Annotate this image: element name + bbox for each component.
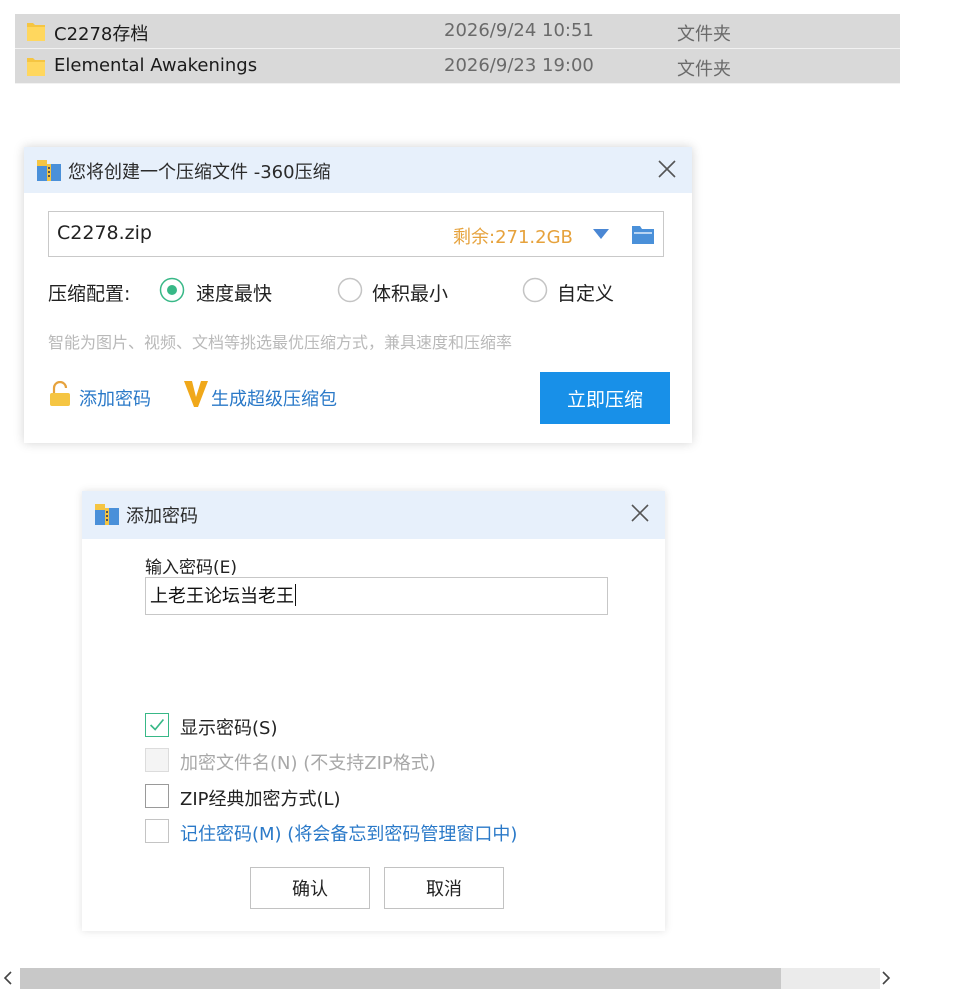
password-input[interactable]: 上老王论坛当老王	[145, 577, 608, 615]
radio-custom[interactable]	[522, 277, 548, 303]
add-password-link[interactable]: 添加密码	[79, 385, 151, 411]
compress-now-button[interactable]: 立即压缩	[540, 372, 670, 424]
archive-filename[interactable]: C2278.zip	[57, 222, 152, 244]
cancel-button[interactable]: 取消	[384, 867, 504, 909]
dialog-title: 您将创建一个压缩文件 -360压缩	[68, 162, 331, 183]
compress-hint: 智能为图片、视频、文档等挑选最优压缩方式，兼具速度和压缩率	[48, 333, 513, 352]
zip-classic-label[interactable]: ZIP经典加密方式(L)	[180, 785, 341, 811]
folder-icon	[27, 23, 45, 41]
lock-icon[interactable]	[48, 381, 72, 407]
archive-path-field[interactable]: C2278.zip 剩余:271.2GB	[48, 211, 664, 257]
scrollbar-thumb[interactable]	[20, 968, 781, 989]
file-row[interactable]: Elemental Awakenings 2026/9/23 19:00 文件夹	[15, 49, 900, 84]
radio-label-smallest[interactable]: 体积最小	[372, 279, 448, 306]
horizontal-scrollbar[interactable]	[0, 968, 900, 989]
text-caret	[295, 584, 296, 606]
compress-dialog: 您将创建一个压缩文件 -360压缩 C2278.zip 剩余:271.2GB 压…	[24, 147, 692, 443]
browse-folder-icon[interactable]	[631, 223, 655, 245]
super-pack-link[interactable]: 生成超级压缩包	[211, 385, 337, 411]
config-label: 压缩配置:	[48, 283, 131, 305]
close-icon[interactable]	[629, 502, 651, 524]
file-date: 2026/9/24 10:51	[444, 20, 594, 41]
free-space-label: 剩余:271.2GB	[453, 227, 573, 248]
checkbox-unchecked[interactable]	[145, 819, 169, 843]
file-type: 文件夹	[677, 59, 731, 80]
password-input-label: 输入密码(E)	[145, 558, 238, 578]
radio-fastest[interactable]	[159, 277, 185, 303]
file-row[interactable]: C2278存档 2026/9/24 10:51 文件夹	[15, 14, 900, 49]
file-list: C2278存档 2026/9/24 10:51 文件夹 Elemental Aw…	[15, 14, 900, 84]
scrollbar-track[interactable]	[781, 968, 880, 989]
radio-label-custom[interactable]: 自定义	[557, 279, 614, 306]
checkbox-unchecked[interactable]	[145, 784, 169, 808]
folder-icon	[27, 58, 45, 76]
scroll-right-icon[interactable]	[880, 971, 892, 985]
close-icon[interactable]	[656, 158, 678, 180]
radio-smallest[interactable]	[337, 277, 363, 303]
chevron-down-icon[interactable]	[592, 228, 610, 240]
show-password-label[interactable]: 显示密码(S)	[180, 714, 277, 740]
confirm-button[interactable]: 确认	[250, 867, 370, 909]
checkbox-checked[interactable]	[145, 713, 169, 737]
vip-v-icon[interactable]	[183, 379, 209, 409]
file-type: 文件夹	[677, 24, 731, 45]
compress-titlebar[interactable]: 您将创建一个压缩文件 -360压缩	[24, 147, 692, 193]
dialog-title: 添加密码	[126, 506, 198, 527]
scroll-left-icon[interactable]	[2, 971, 14, 985]
remember-password-label[interactable]: 记住密码(M) (将会备忘到密码管理窗口中)	[180, 820, 517, 846]
password-value: 上老王论坛当老王	[150, 586, 294, 607]
archive-app-icon	[37, 160, 61, 181]
file-date: 2026/9/23 19:00	[444, 55, 594, 76]
archive-app-icon	[95, 504, 119, 525]
password-titlebar[interactable]: 添加密码	[82, 491, 665, 539]
checkbox-disabled	[145, 748, 169, 772]
encrypt-filename-label: 加密文件名(N) (不支持ZIP格式)	[180, 753, 436, 774]
radio-label-fastest[interactable]: 速度最快	[196, 279, 272, 306]
password-dialog: 添加密码 输入密码(E) 上老王论坛当老王 显示密码(S) 加密文件名(N) (…	[82, 491, 665, 931]
file-name: Elemental Awakenings	[54, 55, 258, 76]
file-name: C2278存档	[54, 24, 149, 45]
